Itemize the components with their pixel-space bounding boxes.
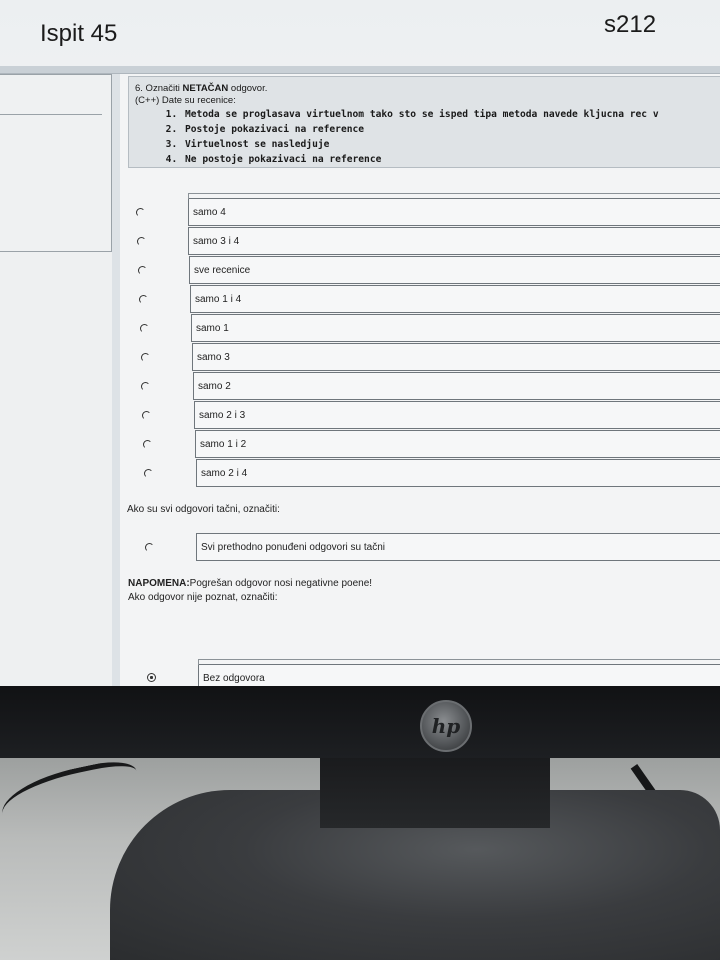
answer-radio[interactable] [137,237,146,246]
room-label: s212 [604,11,657,38]
answer-row: samo 2 i 3 [120,401,720,429]
answer-option[interactable]: samo 2 i 3 [194,401,720,429]
answer-row: samo 1 [120,314,720,342]
side-panel [0,74,112,252]
exam-header: Ispit 45 s212 [0,0,720,66]
monitor-stand-neck [320,758,550,828]
answer-option[interactable]: samo 2 [193,372,720,400]
answer-radio[interactable] [136,208,145,217]
answer-option[interactable]: samo 4 [188,193,720,226]
all-correct-radio[interactable] [145,543,154,552]
all-correct-option[interactable]: Svi prethodno ponuđeni odgovori su tačni [196,533,720,561]
answer-radio[interactable] [138,266,147,275]
answer-radio[interactable] [139,295,148,304]
question-context: (C++) Date su recenice: [135,95,236,106]
unknown-prompt: Ako odgovor nije poznat, označiti: [128,592,278,603]
monitor-screen: Ispit 45 s212 6. Označiti NETAČAN odgovo… [0,0,720,686]
question-title: 6. Označiti NETAČAN odgovor. [135,83,720,95]
question-title-prefix: 6. Označiti [135,83,183,94]
question-title-emphasis: NETAČAN [182,83,229,94]
answer-radio[interactable] [141,382,150,391]
statement-list: Metoda se proglasava virtuelnom tako sto… [135,107,720,167]
header-divider [0,66,720,74]
all-correct-row: Svi prethodno ponuđeni odgovori su tačni [120,533,720,561]
penalty-note-text: Pogrešan odgovor nosi negativne poene! [189,578,373,589]
answer-radio[interactable] [143,440,152,449]
no-answer-option[interactable]: Bez odgovora [198,659,720,686]
statement-item: Metoda se proglasava virtuelnom tako sto… [183,107,720,122]
no-answer-row: Bez odgovora [120,659,720,686]
answer-row: samo 3 [120,343,720,371]
exam-title: Ispit 45 [40,20,118,47]
answer-option[interactable]: samo 1 i 4 [190,285,720,313]
answer-option[interactable]: samo 3 [192,343,720,371]
answer-row: sve recenice [120,256,720,284]
question-area: 6. Označiti NETAČAN odgovor. (C++) Date … [112,74,720,686]
penalty-note: NAPOMENA:Pogrešan odgovor nosi negativne… [128,578,372,590]
question-card: 6. Označiti NETAČAN odgovor. (C++) Date … [128,76,720,168]
side-panel-divider [0,114,102,115]
penalty-note-label: NAPOMENA: [128,578,190,589]
answer-option[interactable]: sve recenice [189,256,720,284]
answer-option[interactable]: samo 3 i 4 [188,227,720,255]
side-margin [0,252,112,686]
statement-item: Virtuelnost se nasledjuje [183,137,720,152]
statement-item: Postoje pokazivaci na reference [183,122,720,137]
answer-radio[interactable] [141,353,150,362]
monitor-bezel [0,686,720,758]
all-correct-prompt: Ako su svi odgovori tačni, označiti: [127,504,280,515]
answer-radio[interactable] [140,324,149,333]
answer-radio[interactable] [144,469,153,478]
hp-logo: hp [420,700,472,752]
answer-row: samo 1 i 4 [120,285,720,313]
statement-item: Ne postoje pokazivaci na reference [183,152,720,167]
answer-row: samo 3 i 4 [120,227,720,255]
answer-option[interactable]: samo 2 i 4 [196,459,720,487]
answer-row: samo 1 i 2 [120,430,720,458]
answer-row: samo 2 [120,372,720,400]
answer-radio[interactable] [142,411,151,420]
question-title-suffix: odgovor. [228,83,268,94]
answer-row: samo 4 [120,193,720,226]
hp-logo-text: hp [431,714,461,738]
answer-option[interactable]: samo 1 [191,314,720,342]
answer-row: samo 2 i 4 [120,459,720,487]
answer-option[interactable]: samo 1 i 2 [195,430,720,458]
no-answer-radio[interactable] [147,673,156,682]
